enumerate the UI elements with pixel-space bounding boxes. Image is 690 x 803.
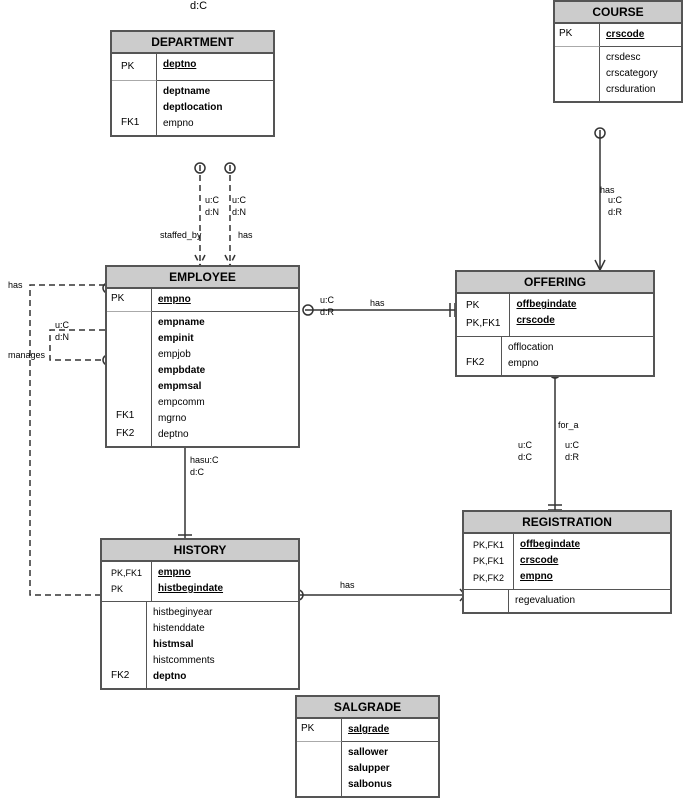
course-pk-field: crscode — [606, 27, 675, 43]
history-field-histcomments: histcomments — [153, 653, 292, 669]
cardinality-dept-emp-staffed-1: u:C — [205, 195, 219, 205]
cardinality-dept-emp-has-2: d:N — [232, 207, 246, 217]
offering-pk-field1: offbegindate — [516, 297, 647, 313]
dept-pk-key: PK — [117, 57, 151, 77]
reg-field-regevaluation: regevaluation — [515, 593, 664, 609]
offering-field-empno: empno — [508, 356, 647, 372]
reg-pk-field3: empno — [520, 569, 664, 585]
cardinality-course-off-1: u:C — [608, 195, 622, 205]
emp-fk2-key: FK2 — [112, 425, 146, 443]
offering-fk2-key: FK2 — [462, 354, 496, 372]
dept-fk1-key: FK1 — [117, 114, 151, 132]
dept-pk-field: deptno — [163, 57, 267, 73]
offering-entity: OFFERING PK PK,FK1 offbegindate crscode … — [455, 270, 655, 377]
emp-field-empmsal: empmsal — [158, 379, 292, 395]
history-field-histmsal: histmsal — [153, 637, 292, 653]
emp-field-empjob: empjob — [158, 347, 292, 363]
emp-field-empcomm: empcomm — [158, 395, 292, 411]
cardinality-course-off-2: d:R — [608, 207, 622, 217]
reg-pk-field1: offbegindate — [520, 537, 664, 553]
reg-pk-key2: PK,FK1 — [469, 553, 508, 569]
label-staffed-by: staffed_by — [160, 230, 201, 240]
cardinality-off-reg-3: u:C — [518, 440, 532, 450]
history-title: HISTORY — [102, 540, 298, 562]
cardinality-emp-hist-dc: d:C — [190, 467, 204, 477]
dept-field-empno: empno — [163, 116, 267, 132]
course-field-crscategory: crscategory — [606, 66, 675, 82]
cardinality-manages-2: d:N — [55, 332, 69, 342]
history-field-deptno: deptno — [153, 669, 292, 685]
history-pk-key1: PK,FK1 — [107, 565, 146, 581]
cardinality-dept-emp-has-1: u:C — [232, 195, 246, 205]
cardinality-emp-off-1: u:C — [320, 295, 334, 305]
history-fk2-key: FK2 — [107, 667, 141, 685]
cardinality-off-reg-4: d:C — [518, 452, 532, 462]
reg-pk-field2: crscode — [520, 553, 664, 569]
salgrade-pk-key: PK — [301, 721, 337, 737]
label-has-dept: has — [238, 230, 253, 240]
cardinality-manages-1: u:C — [55, 320, 69, 330]
label-has-emp-off: has — [370, 298, 385, 308]
emp-field-empbdate: empbdate — [158, 363, 292, 379]
erd-diagram: u:C d:N staffed_by u:C d:N has has manag… — [0, 0, 690, 803]
course-entity: COURSE PK crscode crsdesc crscategory cr… — [553, 0, 683, 103]
cardinality-off-reg-1: u:C — [565, 440, 579, 450]
cardinality-emp-hist-2: d:C — [190, 0, 207, 12]
salgrade-title: SALGRADE — [297, 697, 438, 719]
label-for-a: for_a — [558, 420, 579, 430]
emp-field-empinit: empinit — [158, 331, 292, 347]
cardinality-dept-emp-staffed-2: d:N — [205, 207, 219, 217]
emp-field-mgrno: mgrno — [158, 411, 292, 427]
offering-field-offlocation: offlocation — [508, 340, 647, 356]
reg-pk-key3: PK,FK2 — [469, 570, 508, 586]
history-field-histenddate: histenddate — [153, 621, 292, 637]
salgrade-field-salupper: salupper — [348, 761, 432, 777]
history-field-histbeginyear: histbeginyear — [153, 605, 292, 621]
dept-field-deptlocation: deptlocation — [163, 100, 267, 116]
emp-pk-key: PK — [111, 291, 147, 307]
course-title: COURSE — [555, 2, 681, 24]
registration-entity: REGISTRATION PK,FK1 PK,FK1 PK,FK2 offbeg… — [462, 510, 672, 614]
department-title: DEPARTMENT — [112, 32, 273, 54]
course-field-crsdesc: crsdesc — [606, 50, 675, 66]
offering-pk-key1: PK — [462, 297, 504, 315]
history-entity: HISTORY PK,FK1 PK empno histbegindate FK… — [100, 538, 300, 690]
label-has-left: has — [8, 280, 23, 290]
course-pk-key: PK — [559, 26, 595, 42]
history-pk-field2: histbegindate — [158, 581, 292, 597]
label-has-course: has — [600, 185, 615, 195]
salgrade-field-salbonus: salbonus — [348, 777, 432, 793]
offering-pk-key2: PK,FK1 — [462, 315, 504, 333]
employee-title: EMPLOYEE — [107, 267, 298, 289]
cardinality-off-reg-2: d:R — [565, 452, 579, 462]
dept-field-deptname: deptname — [163, 84, 267, 100]
emp-field-empname: empname — [158, 315, 292, 331]
reg-pk-key1: PK,FK1 — [469, 537, 508, 553]
cardinality-emp-off-2: d:R — [320, 307, 334, 317]
history-pk-field1: empno — [158, 565, 292, 581]
department-entity: DEPARTMENT PK deptno FK1 deptname deptlo… — [110, 30, 275, 137]
salgrade-entity: SALGRADE PK salgrade sallower salupper s… — [295, 695, 440, 798]
history-pk-key2: PK — [107, 581, 146, 597]
registration-title: REGISTRATION — [464, 512, 670, 534]
salgrade-pk-field: salgrade — [348, 722, 432, 738]
emp-fk1-key: FK1 — [112, 407, 146, 425]
offering-pk-field2: crscode — [516, 313, 647, 329]
emp-pk-field: empno — [158, 292, 292, 308]
course-field-crsduration: crsduration — [606, 82, 675, 98]
salgrade-field-sallower: sallower — [348, 745, 432, 761]
label-manages: manages — [8, 350, 45, 360]
offering-title: OFFERING — [457, 272, 653, 294]
label-has-hist-reg: has — [340, 580, 355, 590]
cardinality-emp-hist-1: hasu:C — [190, 455, 219, 465]
employee-entity: EMPLOYEE PK empno FK1 FK2 empname empini… — [105, 265, 300, 448]
emp-field-deptno: deptno — [158, 427, 292, 443]
